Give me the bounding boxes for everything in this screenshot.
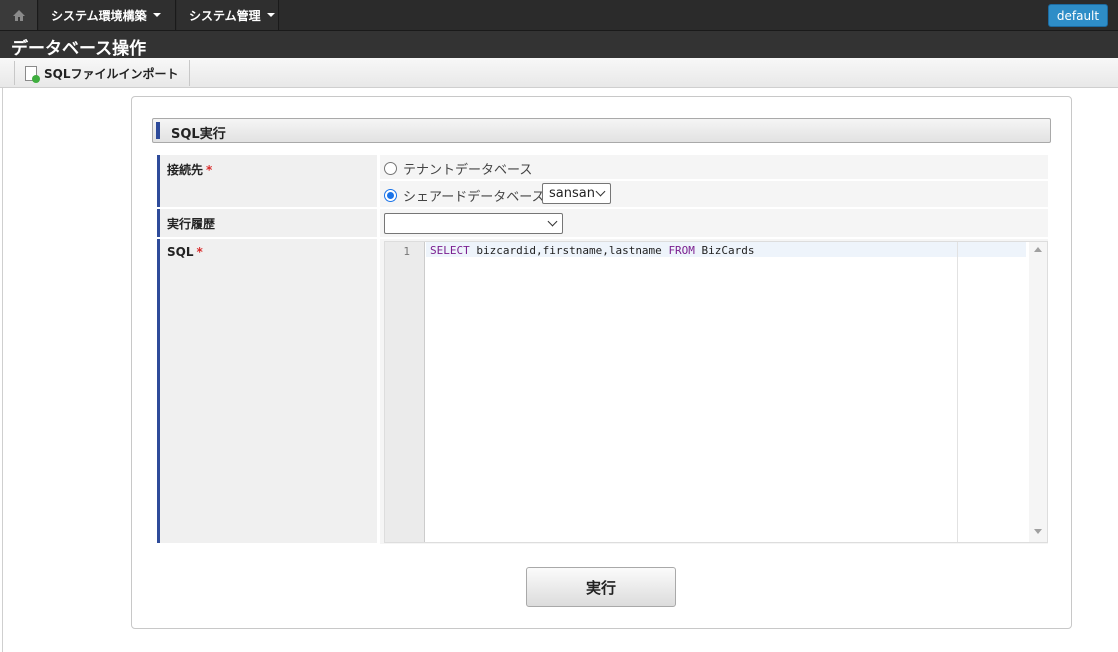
chevron-down-icon — [595, 186, 606, 197]
editor-scrollbar[interactable] — [1029, 242, 1047, 542]
sql-code-line[interactable]: SELECT bizcardid,firstname,lastname FROM… — [430, 244, 755, 257]
chevron-down-icon — [547, 216, 558, 227]
chevron-down-icon — [266, 13, 275, 17]
section-header: SQL実行 — [152, 118, 1051, 143]
connection-label-text: 接続先 — [167, 163, 204, 177]
sql-table: BizCards — [694, 244, 755, 257]
tenant-default-button[interactable]: default — [1048, 4, 1108, 27]
required-mark: * — [196, 245, 203, 259]
chevron-down-icon — [152, 13, 161, 17]
radio-shared-db-label: シェアードデータベース — [403, 190, 545, 205]
sql-label-text: SQL — [167, 245, 194, 259]
history-label: 実行履歴 — [157, 209, 377, 237]
section-accent-bar — [156, 122, 160, 139]
line-number: 1 — [403, 245, 410, 258]
radio-button[interactable] — [384, 162, 397, 175]
file-add-icon — [25, 65, 40, 83]
line-number-gutter: 1 — [385, 242, 425, 542]
scroll-up-icon[interactable] — [1034, 247, 1042, 252]
required-mark: * — [206, 163, 213, 177]
home-icon — [12, 9, 25, 21]
history-select[interactable] — [384, 213, 563, 234]
history-label-text: 実行履歴 — [167, 217, 216, 231]
shared-db-select-value: sansan — [549, 186, 595, 201]
page-title: データベース操作 — [11, 39, 147, 59]
page-title-bar: データベース操作 — [0, 31, 1118, 59]
connection-label: 接続先 * — [157, 155, 377, 207]
sql-label: SQL * — [157, 239, 377, 543]
toolbar: SQLファイルインポート — [0, 58, 1118, 88]
home-button[interactable] — [0, 0, 38, 30]
print-margin — [957, 242, 958, 542]
execute-button[interactable]: 実行 — [526, 567, 676, 607]
scroll-down-icon[interactable] — [1034, 529, 1042, 534]
left-divider — [2, 88, 3, 652]
menu-system-admin-label: システム管理 — [189, 8, 261, 23]
top-nav-bar: システム環境構築 システム管理 default — [0, 0, 1118, 31]
sql-keyword: SELECT — [430, 244, 470, 257]
shared-db-select[interactable]: sansan — [542, 183, 611, 204]
radio-tenant-db-label: テナントデータベース — [403, 163, 533, 178]
menu-system-env-label: システム環境構築 — [51, 8, 147, 23]
menu-system-admin[interactable]: システム管理 — [177, 0, 279, 30]
section-title: SQL実行 — [171, 127, 226, 142]
sql-file-import-button[interactable]: SQLファイルインポート — [15, 60, 190, 86]
radio-tenant-db[interactable]: テナントデータベース — [384, 159, 532, 178]
radio-button-selected[interactable] — [384, 189, 397, 202]
sql-columns: bizcardid,firstname,lastname — [469, 244, 669, 257]
menu-system-env[interactable]: システム環境構築 — [39, 0, 176, 30]
radio-shared-db[interactable]: シェアードデータベース — [384, 186, 545, 205]
sql-keyword: FROM — [668, 244, 695, 257]
sql-editor[interactable]: 1 SELECT bizcardid,firstname,lastname FR… — [384, 241, 1048, 543]
sql-file-import-label: SQLファイルインポート — [44, 66, 179, 81]
